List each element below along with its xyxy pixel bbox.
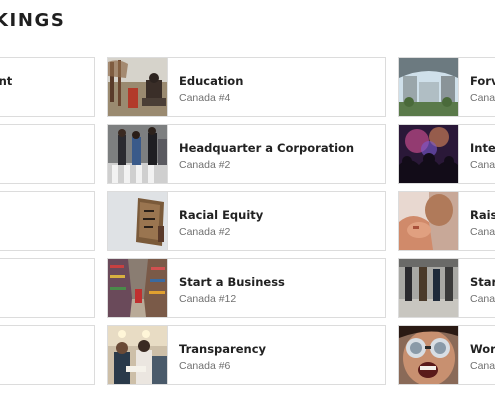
child-hands-photo bbox=[399, 192, 459, 250]
card-title: Transparency bbox=[179, 342, 267, 356]
protest-sign-photo bbox=[108, 192, 168, 250]
ranking-card-right-4[interactable]: Star Canac bbox=[398, 258, 495, 318]
card-rank: Canac bbox=[470, 226, 495, 238]
card-title: Education bbox=[179, 74, 244, 88]
card-title: Racial Equity bbox=[179, 208, 264, 222]
card-title: Wor bbox=[470, 342, 495, 356]
street-pedestrians-photo bbox=[399, 259, 459, 317]
card-rank: Canada #2 bbox=[179, 226, 231, 238]
card-title: Headquarter a Corporation bbox=[179, 141, 355, 155]
card-rank: Canada #6 bbox=[179, 360, 231, 372]
ranking-card-right-2[interactable]: Inter Canac bbox=[398, 124, 495, 184]
ranking-card-right-3[interactable]: Rais Canac bbox=[398, 191, 495, 251]
ranking-card-right-1[interactable]: Forv Canac bbox=[398, 57, 495, 117]
modern-building-photo bbox=[399, 58, 459, 116]
card-rank: Canada #12 bbox=[179, 293, 237, 305]
ranking-card-left-3[interactable] bbox=[0, 191, 95, 251]
card-title: ement bbox=[0, 74, 13, 88]
card-title: Forv bbox=[470, 74, 495, 88]
ranking-card-left-1[interactable]: ement bbox=[0, 57, 95, 117]
ranking-card-left-2[interactable] bbox=[0, 124, 95, 184]
ranking-card-left-5[interactable] bbox=[0, 325, 95, 385]
card-rank: Canada #4 bbox=[179, 92, 231, 104]
ranking-card-racial-equity[interactable]: Racial Equity Canada #2 bbox=[107, 191, 386, 251]
ranking-card-transparency[interactable]: Transparency Canada #6 bbox=[107, 325, 386, 385]
card-title: Rais bbox=[470, 208, 495, 222]
card-rank: Canac bbox=[470, 159, 495, 171]
ranking-card-headquarter-a-corporation[interactable]: Headquarter a Corporation Canada #2 bbox=[107, 124, 386, 184]
ranking-card-start-a-business[interactable]: Start a Business Canada #12 bbox=[107, 258, 386, 318]
ranking-card-right-5[interactable]: Wor Canac bbox=[398, 325, 495, 385]
grocery-aisle-photo bbox=[108, 259, 168, 317]
card-rank: Canac bbox=[470, 360, 495, 372]
campus-statue-photo bbox=[108, 58, 168, 116]
section-title: KINGS bbox=[0, 10, 66, 31]
card-rank: Canada #2 bbox=[179, 159, 231, 171]
card-rank: Canac bbox=[470, 293, 495, 305]
ranking-card-education[interactable]: Education Canada #4 bbox=[107, 57, 386, 117]
office-meeting-photo bbox=[108, 326, 168, 384]
card-rank: Canac bbox=[470, 92, 495, 104]
card-title: Inter bbox=[470, 141, 495, 155]
sunglasses-woman-photo bbox=[399, 326, 459, 384]
card-title: Star bbox=[470, 275, 495, 289]
city-crosswalk-photo bbox=[108, 125, 168, 183]
fireworks-crowd-photo bbox=[399, 125, 459, 183]
card-title: Start a Business bbox=[179, 275, 285, 289]
ranking-card-left-4[interactable] bbox=[0, 258, 95, 318]
